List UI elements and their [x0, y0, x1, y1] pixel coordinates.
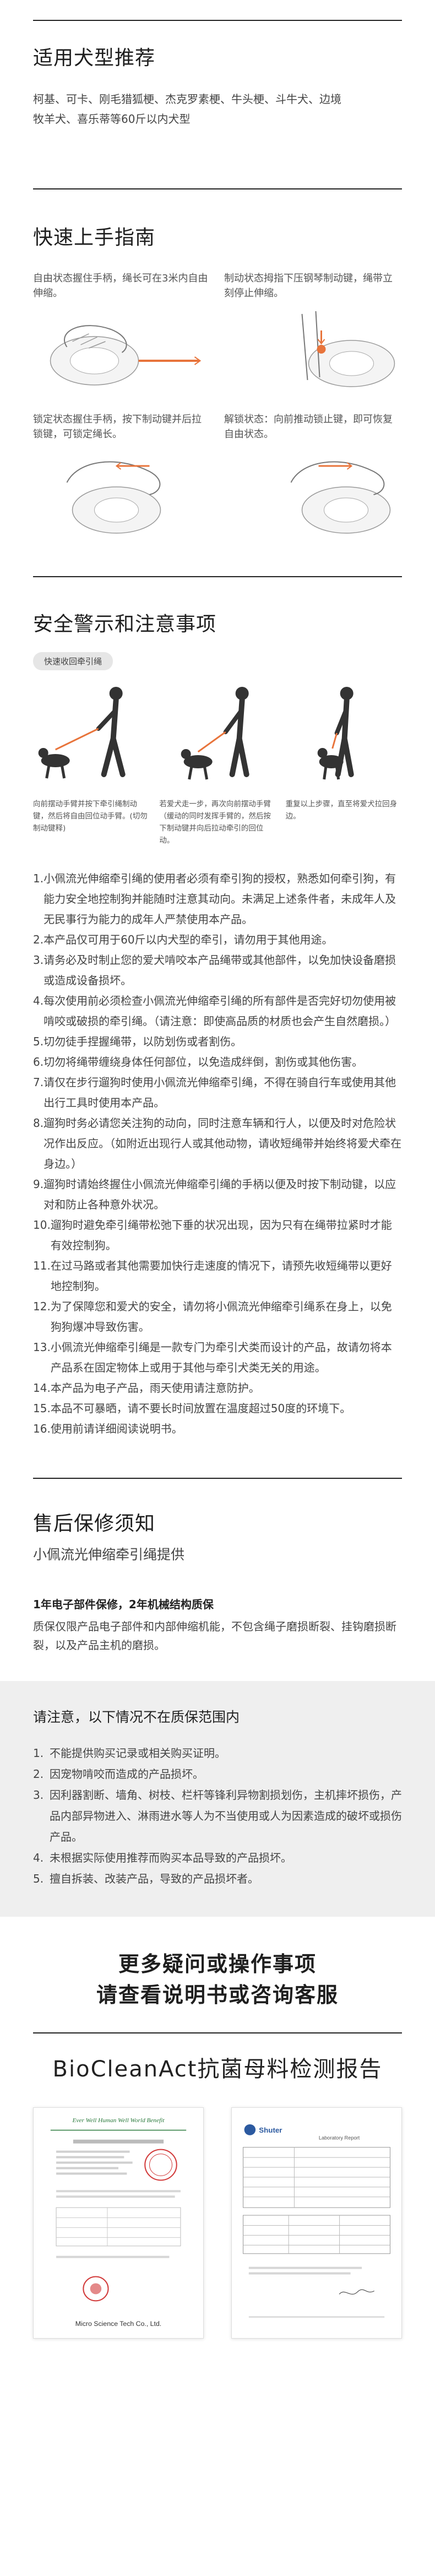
report-footer: Micro Science Tech Co., Ltd. [75, 2320, 161, 2328]
section-rule [33, 2032, 402, 2033]
safety-item: 15. 本品不可暴晒，请不要长时间放置在温度超过50度的环境下。 [33, 1402, 351, 1415]
lab-heading: Laboratory Report [319, 2135, 360, 2141]
after-sales-subtitle: 小佩流光伸缩牵引绳提供 [33, 1547, 185, 1563]
guide-step-caption: 锁定状态握住手柄，按下制动键并后拉锁键，可锁定绳长。 [33, 414, 202, 440]
suitable-body: 柯基、可卡、刚毛猎狐梗、杰克罗素梗、牛头梗、斗牛犬、边境牧羊犬、喜乐蒂等60斤以… [33, 93, 341, 126]
safety-item: 6. 切勿将绳带缠绕身体任何部位，以免造成绊倒，割伤或其他伤害。 [33, 1055, 363, 1069]
exclusions-list: 1. 不能提供购买记录或相关购买证明。 2. 因宠物啃咬而造成的产品损坏。 3. 因利… [33, 1743, 402, 1889]
safety-item: 4. 每次使用前必须检查小佩流光伸缩牵引绳的所有部件是否完好切勿使用被啃咬或破损的… [33, 994, 396, 1028]
exclusion-item: 1. 不能提供购买记录或相关购买证明。 [33, 1747, 226, 1760]
safety-item: 14. 本产品为电子产品，雨天使用请注意防护。 [33, 1381, 260, 1395]
unlock-illustration [224, 449, 402, 543]
retract-steps: 向前摆动手臂并按下牵引绳制动键，然后将自由回位动手臂。(切勿制动键释) 若爱犬走… [33, 678, 402, 847]
product-detail-page: 适用犬型推荐 柯基、可卡、刚毛猎狐梗、杰克罗素梗、牛头梗、斗牛犬、边境牧羊犬、喜… [0, 20, 435, 2361]
brake-illustration [224, 308, 402, 402]
lab-brand: Shuter [259, 2126, 282, 2134]
guide-step-unlock: 解锁状态：向前推动锁止键，即可恢复自由状态。 [224, 412, 402, 543]
guide-step-brake: 制动状态拇指下压钢琴制动键，绳带立刻停止伸缩。 [224, 271, 402, 402]
safety-item: 1. 小佩流光伸缩牵引绳的使用者必须有牵引狗的授权，熟悉如何牵引狗，有能力安全地控… [33, 872, 396, 926]
safety-item: 10. 遛狗时避免牵引绳带松弛下垂的状况出现，因为只有在绳带拉紧时才能有效控制狗。 [33, 1218, 392, 1252]
after-sales-title: 售后保修须知 [33, 1512, 156, 1535]
page-bottom-spacer [0, 2339, 435, 2361]
walker-dog-illustration [286, 678, 402, 794]
faq-line: 请查看说明书或咨询客服 [96, 1983, 339, 2007]
safety-item: 16. 使用前请详细阅读说明书。 [33, 1422, 183, 1435]
retract-step: 若爱犬走一步，再次向前摆动手臂（缓动的同时发挥手臂的，然后按下制动键并向后拉动牵… [159, 678, 275, 847]
report-title: BioCleanAct抗菌母料检测报告 [52, 2057, 383, 2082]
guide-step-free: 自由状态握住手柄，绳长可在3米内自由伸缩。 [33, 271, 211, 402]
warranty-body: 质保仅限产品电子部件和内部伸缩机能，不包含绳子磨损断裂、挂钩磨损断裂，以及产品主… [33, 1620, 396, 1652]
guide-step-lock: 锁定状态握住手柄，按下制动键并后拉锁键，可锁定绳长。 [33, 412, 211, 543]
suitable-title: 适用犬型推荐 [33, 47, 156, 69]
exclusion-item: 5. 擅自拆装、改装产品，导致的产品损坏者。 [33, 1872, 259, 1885]
exclusion-item: 2. 因宠物啃咬而造成的产品损坏。 [33, 1767, 204, 1781]
retract-leash-pill: 快速收回牵引绳 [33, 652, 113, 670]
hand-leash-illustration [33, 308, 211, 402]
retract-step-caption: 若爱犬走一步，再次向前摆动手臂（缓动的同时发挥手臂的，然后按下制动键并向后拉动牵… [159, 800, 271, 845]
exclusion-item: 4. 未根据实际使用推荐而购买本品导致的产品损坏。 [33, 1851, 292, 1864]
test-report-document: Ever Well Human Well World Benefit Micro… [33, 2107, 204, 2339]
exclusion-item: 3. 因利器割断、墙角、树枝、栏杆等锋利异物割损划伤，主机摔坏损伤，产品内部异物进… [33, 1788, 402, 1843]
safety-title: 安全警示和注意事项 [33, 613, 217, 636]
safety-item: 9. 遛狗时请始终握住小佩流光伸缩牵引绳的手柄以便及时按下制动键，以应对和防止各种… [33, 1178, 396, 1211]
walker-dog-illustration [159, 678, 275, 794]
exclusions-title: 请注意，以下情况不在质保范围内 [33, 1709, 240, 1725]
report-header-line: Ever Well Human Well World Benefit [72, 2117, 165, 2124]
retract-step-caption: 向前摆动手臂并按下牵引绳制动键，然后将自由回位动手臂。(切勿制动键释) [33, 800, 148, 833]
guide-step-caption: 制动状态拇指下压钢琴制动键，绳带立刻停止伸缩。 [224, 273, 393, 299]
warranty-headline: 1年电子部件保修，2年机械结构质保 [33, 1598, 214, 1611]
safety-item: 7. 请仅在步行遛狗时使用小佩流光伸缩牵引绳，不得在骑自行车或使用其他出行工具时使… [33, 1076, 396, 1109]
report-documents: Ever Well Human Well World Benefit Micro… [0, 2107, 435, 2339]
walker-dog-illustration [33, 678, 149, 794]
safety-item: 11. 在过马路或者其他需要加快行走速度的情况下，请预先收短绳带以更好地控制狗。 [33, 1259, 392, 1293]
guide-grid: 自由状态握住手柄，绳长可在3米内自由伸缩。 制动状态拇指下压钢琴制动键，绳带立刻… [33, 271, 402, 543]
lab-report-document: Shuter Laboratory Report [231, 2107, 402, 2339]
lock-illustration [33, 449, 211, 543]
retract-step-caption: 重复以上步骤，直至将爱犬拉回身边。 [285, 800, 398, 821]
safety-list: 1. 小佩流光伸缩牵引绳的使用者必须有牵引狗的授权，熟悉如何牵引狗，有能力安全地控… [33, 869, 402, 1439]
faq-line: 更多疑问或操作事项 [118, 1952, 317, 1976]
guide-title: 快速上手指南 [33, 226, 156, 249]
exclusions-box: 请注意，以下情况不在质保范围内 1. 不能提供购买记录或相关购买证明。 2. 因宠物… [0, 1681, 435, 1917]
safety-item: 2. 本产品仅可用于60斤以内犬型的牵引，请勿用于其他用途。 [33, 933, 333, 946]
guide-step-caption: 自由状态握住手柄，绳长可在3米内自由伸缩。 [33, 273, 208, 299]
safety-item: 8. 遛狗时务必请您关注狗的动向，同时注意车辆和行人，以便及时对危险状况作出反应。… [33, 1116, 402, 1170]
safety-section: 安全警示和注意事项 快速收回牵引绳 向前摆动手臂并按下牵引绳制动键，然后将自由回… [0, 577, 435, 1439]
safety-item: 5. 切勿徒手捏握绳带，以防划伤或者割伤。 [33, 1035, 242, 1048]
faq-banner: 更多疑问或操作事项 请查看说明书或咨询客服 [0, 1917, 435, 2010]
after-sales-section: 售后保修须知 小佩流光伸缩牵引绳提供 1年电子部件保修，2年机械结构质保 质保仅… [0, 1479, 435, 1655]
safety-item: 13. 小佩流光伸缩牵引绳是一款专门为牵引犬类而设计的产品，故请勿将本产品系在固定… [33, 1341, 392, 1374]
safety-item: 3. 请务必及时制止您的爱犬啃咬本产品绳带或其他部件，以免加快设备磨损或造成设备损… [33, 953, 396, 987]
guide-step-caption: 解锁状态：向前推动锁止键，即可恢复自由状态。 [224, 414, 393, 440]
guide-section: 快速上手指南 自由状态握住手柄，绳长可在3米内自由伸缩。 制动状态拇指下压钢琴制 [0, 189, 435, 543]
suitable-section: 适用犬型推荐 柯基、可卡、刚毛猎狐梗、杰克罗素梗、牛头梗、斗牛犬、边境牧羊犬、喜… [0, 21, 435, 129]
retract-step: 重复以上步骤，直至将爱犬拉回身边。 [286, 678, 402, 847]
retract-step: 向前摆动手臂并按下牵引绳制动键，然后将自由回位动手臂。(切勿制动键释) [33, 678, 149, 847]
safety-item: 12. 为了保障您和爱犬的安全，请勿将小佩流光伸缩牵引绳系在身上，以免狗狗爆冲导致… [33, 1300, 392, 1333]
